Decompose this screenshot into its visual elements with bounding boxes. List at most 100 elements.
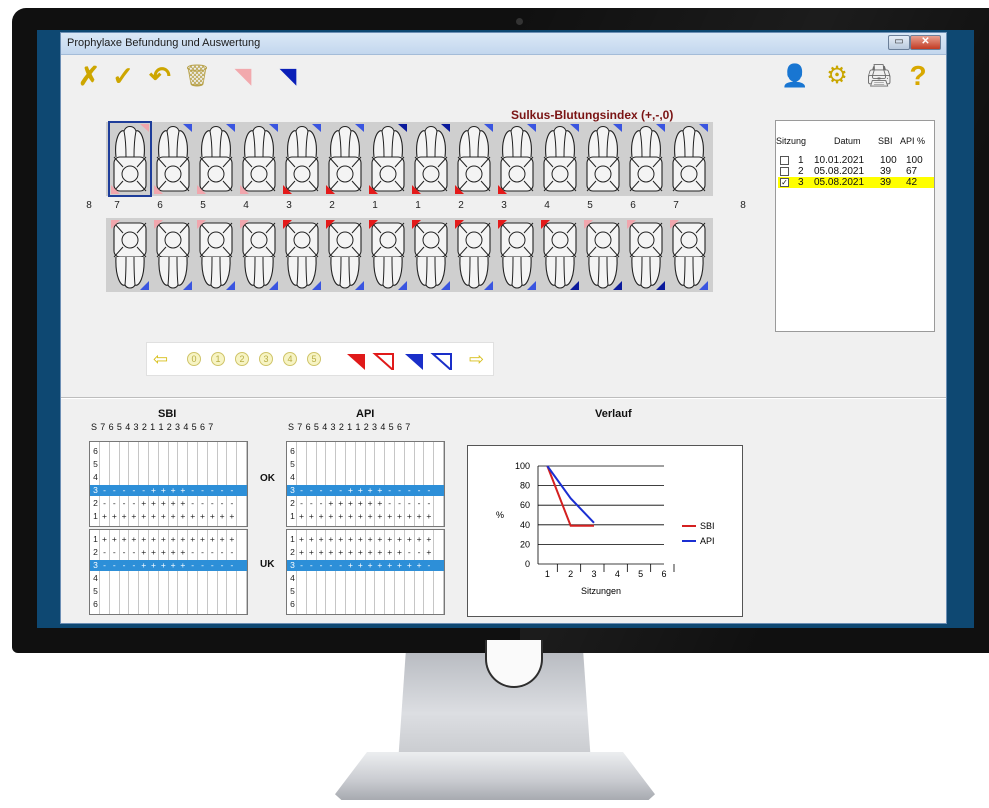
grid-cell[interactable] bbox=[405, 573, 414, 584]
pink-marker-icon[interactable]: ◥ bbox=[229, 62, 257, 90]
grid-cell[interactable]: + bbox=[100, 534, 109, 545]
grid-cell[interactable]: + bbox=[366, 534, 375, 545]
upper-tooth[interactable] bbox=[669, 123, 709, 195]
grid-cell[interactable] bbox=[159, 472, 168, 483]
grid-cell[interactable] bbox=[198, 586, 207, 597]
grid-cell[interactable] bbox=[415, 446, 424, 457]
sbi-lower-grid[interactable]: 1 + + + + + + + + + + + + + +2- - - - + + + + + - - - - -3- - - - + + + + +… bbox=[89, 529, 248, 615]
grid-cell[interactable] bbox=[178, 573, 187, 584]
grid-cell[interactable] bbox=[120, 599, 129, 610]
grid-cell[interactable]: - bbox=[218, 498, 227, 509]
grid-cell[interactable]: - bbox=[208, 560, 217, 571]
grid-cell[interactable] bbox=[100, 599, 109, 610]
grid-cell[interactable]: + bbox=[149, 511, 158, 522]
grid-cell[interactable]: + bbox=[356, 547, 365, 558]
grid-cell[interactable]: + bbox=[110, 534, 119, 545]
grid-cell[interactable] bbox=[218, 446, 227, 457]
grid-cell[interactable] bbox=[395, 472, 404, 483]
grid-cell[interactable] bbox=[227, 472, 236, 483]
grid-cell[interactable] bbox=[434, 511, 443, 522]
grid-cell[interactable] bbox=[208, 586, 217, 597]
grid-cell[interactable]: + bbox=[139, 547, 148, 558]
grid-cell[interactable] bbox=[424, 599, 433, 610]
score-button[interactable]: 4 bbox=[283, 352, 297, 366]
grid-cell[interactable] bbox=[317, 459, 326, 470]
grid-cell[interactable] bbox=[375, 586, 384, 597]
upper-tooth[interactable] bbox=[153, 123, 193, 195]
score-button[interactable]: 0 bbox=[187, 352, 201, 366]
grid-cell[interactable] bbox=[415, 599, 424, 610]
grid-cell[interactable]: + bbox=[336, 547, 345, 558]
lower-tooth[interactable] bbox=[325, 219, 365, 291]
api-lower-grid[interactable]: 1 + + + + + + + + + + + + + +2 + + + + + + + + + + + - - +3- - - - - + + + +… bbox=[286, 529, 445, 615]
grid-cell[interactable]: + bbox=[356, 534, 365, 545]
grid-cell[interactable]: + bbox=[385, 547, 394, 558]
print-icon[interactable]: 🖨 bbox=[865, 62, 893, 90]
grid-cell[interactable] bbox=[307, 472, 316, 483]
grid-cell[interactable] bbox=[149, 586, 158, 597]
grid-cell[interactable] bbox=[336, 573, 345, 584]
grid-cell[interactable] bbox=[385, 573, 394, 584]
grid-cell[interactable]: - bbox=[188, 560, 197, 571]
grid-cell[interactable]: - bbox=[227, 498, 236, 509]
upper-tooth[interactable] bbox=[368, 123, 408, 195]
grid-cell[interactable]: - bbox=[227, 560, 236, 571]
grid-cell[interactable]: - bbox=[326, 560, 335, 571]
grid-cell[interactable] bbox=[208, 446, 217, 457]
grid-cell[interactable] bbox=[356, 599, 365, 610]
grid-cell[interactable]: - bbox=[208, 485, 217, 496]
grid-cell[interactable]: - bbox=[188, 498, 197, 509]
upper-tooth[interactable] bbox=[108, 121, 152, 197]
grid-cell[interactable] bbox=[405, 599, 414, 610]
grid-cell[interactable]: - bbox=[405, 498, 414, 509]
grid-cell[interactable] bbox=[326, 446, 335, 457]
grid-cell[interactable]: + bbox=[297, 511, 306, 522]
grid-cell[interactable] bbox=[129, 459, 138, 470]
close-button[interactable]: ✕ bbox=[910, 35, 941, 50]
grid-cell[interactable]: + bbox=[356, 511, 365, 522]
grid-cell[interactable]: + bbox=[405, 560, 414, 571]
grid-cell[interactable]: + bbox=[149, 560, 158, 571]
grid-cell[interactable] bbox=[424, 573, 433, 584]
grid-cell[interactable] bbox=[405, 586, 414, 597]
grid-cell[interactable] bbox=[237, 586, 246, 597]
grid-cell[interactable] bbox=[129, 586, 138, 597]
grid-cell[interactable] bbox=[317, 599, 326, 610]
grid-cell[interactable]: + bbox=[188, 534, 197, 545]
grid-cell[interactable]: + bbox=[198, 534, 207, 545]
grid-cell[interactable] bbox=[237, 446, 246, 457]
grid-cell[interactable]: - bbox=[188, 547, 197, 558]
grid-cell[interactable]: + bbox=[395, 534, 404, 545]
grid-cell[interactable] bbox=[100, 446, 109, 457]
grid-cell[interactable] bbox=[208, 472, 217, 483]
grid-cell[interactable]: + bbox=[317, 547, 326, 558]
grid-cell[interactable] bbox=[188, 472, 197, 483]
grid-cell[interactable] bbox=[110, 586, 119, 597]
grid-cell[interactable]: + bbox=[375, 498, 384, 509]
grid-cell[interactable] bbox=[169, 472, 178, 483]
session-row[interactable]: 1 10.01.2021 100 100 bbox=[778, 155, 934, 166]
grid-cell[interactable]: + bbox=[385, 560, 394, 571]
grid-cell[interactable]: - bbox=[336, 560, 345, 571]
grid-cell[interactable]: - bbox=[385, 498, 394, 509]
grid-cell[interactable] bbox=[100, 586, 109, 597]
grid-cell[interactable] bbox=[139, 599, 148, 610]
grid-cell[interactable] bbox=[307, 459, 316, 470]
grid-cell[interactable]: + bbox=[120, 511, 129, 522]
grid-cell[interactable]: + bbox=[326, 547, 335, 558]
grid-cell[interactable] bbox=[317, 446, 326, 457]
grid-cell[interactable] bbox=[188, 446, 197, 457]
grid-cell[interactable]: - bbox=[227, 547, 236, 558]
grid-cell[interactable] bbox=[297, 599, 306, 610]
grid-cell[interactable]: + bbox=[375, 547, 384, 558]
grid-cell[interactable] bbox=[188, 573, 197, 584]
upper-tooth[interactable] bbox=[282, 123, 322, 195]
session-row[interactable]: 2 05.08.2021 39 67 bbox=[778, 166, 934, 177]
grid-cell[interactable]: + bbox=[336, 511, 345, 522]
grid-cell[interactable]: - bbox=[307, 485, 316, 496]
grid-cell[interactable] bbox=[434, 560, 443, 571]
grid-cell[interactable] bbox=[159, 573, 168, 584]
grid-cell[interactable] bbox=[218, 472, 227, 483]
grid-cell[interactable] bbox=[326, 586, 335, 597]
undo-icon[interactable]: ↶ bbox=[146, 62, 174, 90]
